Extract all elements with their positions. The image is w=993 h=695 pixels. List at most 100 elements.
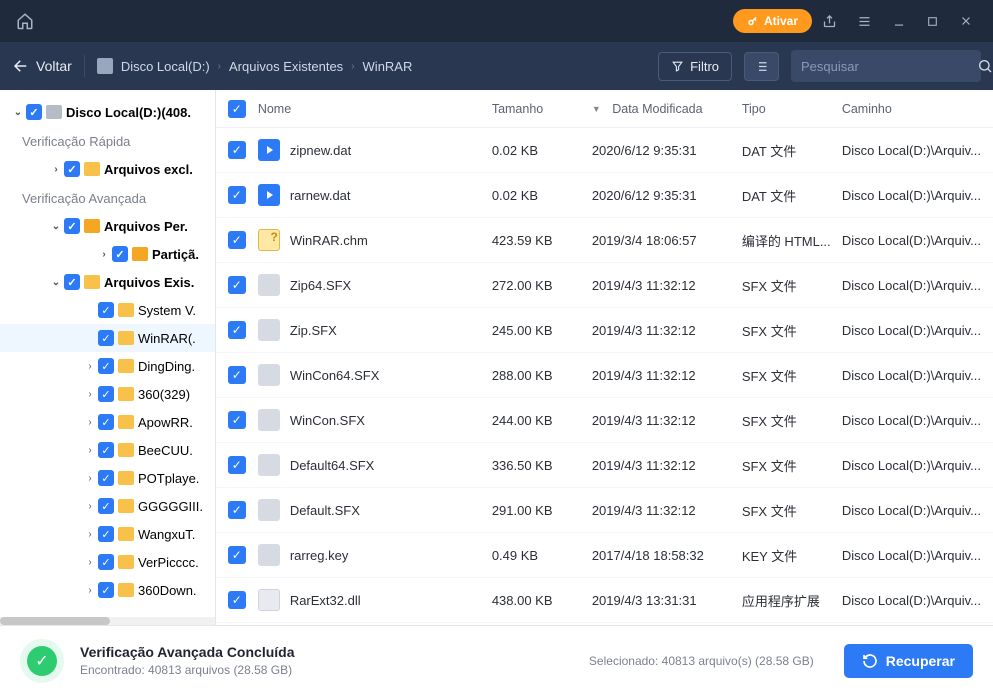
checkbox[interactable] xyxy=(98,582,114,598)
file-type: SFX 文件 xyxy=(742,276,842,295)
funnel-icon xyxy=(671,60,684,73)
checkbox[interactable] xyxy=(98,302,114,318)
checkbox[interactable] xyxy=(98,526,114,542)
checkbox[interactable] xyxy=(64,161,80,177)
col-path[interactable]: Caminho xyxy=(842,102,981,116)
file-type: SFX 文件 xyxy=(742,456,842,475)
tree-item[interactable]: ›POTplaye. xyxy=(0,464,215,492)
table-row[interactable]: Default64.SFX336.50 KB2019/4/3 11:32:12S… xyxy=(216,443,993,488)
tree-item[interactable]: ›360Down. xyxy=(0,576,215,604)
activate-button[interactable]: Ativar xyxy=(733,9,812,33)
checkbox[interactable] xyxy=(64,218,80,234)
tree-item[interactable]: › Partiçã. xyxy=(0,240,215,268)
file-path: Disco Local(D:)\Arquiv... xyxy=(842,413,981,428)
search-icon[interactable] xyxy=(977,58,993,74)
chevron-right-icon[interactable]: › xyxy=(82,361,98,372)
tree-item[interactable]: ›GGGGGIII. xyxy=(0,492,215,520)
chevron-right-icon[interactable]: › xyxy=(82,501,98,512)
table-row[interactable]: rarnew.dat0.02 KB2020/6/12 9:35:31DAT 文件… xyxy=(216,173,993,218)
table-row[interactable]: rarreg.key0.49 KB2017/4/18 18:58:32KEY 文… xyxy=(216,533,993,578)
file-size: 336.50 KB xyxy=(492,458,592,473)
menu-icon[interactable] xyxy=(847,8,882,35)
back-button[interactable]: Voltar xyxy=(12,57,72,75)
chevron-right-icon[interactable]: › xyxy=(82,445,98,456)
table-row[interactable]: Zip.SFX245.00 KB2019/4/3 11:32:12SFX 文件D… xyxy=(216,308,993,353)
folder-icon xyxy=(118,303,134,317)
row-checkbox[interactable] xyxy=(228,456,246,474)
checkbox[interactable] xyxy=(26,104,42,120)
maximize-icon[interactable] xyxy=(916,9,949,34)
table-row[interactable]: Zip64.SFX272.00 KB2019/4/3 11:32:12SFX 文… xyxy=(216,263,993,308)
checkbox[interactable] xyxy=(112,246,128,262)
col-name[interactable]: Nome xyxy=(258,102,492,116)
chevron-right-icon[interactable]: › xyxy=(82,557,98,568)
checkbox[interactable] xyxy=(98,414,114,430)
filter-button[interactable]: Filtro xyxy=(658,52,732,81)
col-date[interactable]: ▼ Data Modificada xyxy=(592,102,742,116)
tree-item[interactable]: System V. xyxy=(0,296,215,324)
chevron-right-icon[interactable]: › xyxy=(82,473,98,484)
row-checkbox[interactable] xyxy=(228,276,246,294)
tree-item[interactable]: ⌄ Arquivos Per. xyxy=(0,212,215,240)
table-row[interactable]: WinCon64.SFX288.00 KB2019/4/3 11:32:12SF… xyxy=(216,353,993,398)
row-checkbox[interactable] xyxy=(228,366,246,384)
tree-label: System V. xyxy=(138,303,196,318)
chevron-down-icon[interactable]: ⌄ xyxy=(48,221,64,232)
checkbox[interactable] xyxy=(98,498,114,514)
chevron-right-icon[interactable]: › xyxy=(82,389,98,400)
crumb-2[interactable]: WinRAR xyxy=(363,59,413,74)
tree-item[interactable]: ›ApowRR. xyxy=(0,408,215,436)
tree-item[interactable]: ›VerPicccc. xyxy=(0,548,215,576)
table-header: ✓ Nome Tamanho ▼ Data Modificada Tipo Ca… xyxy=(216,90,993,128)
tree-item[interactable]: ›BeeCUU. xyxy=(0,436,215,464)
tree-item[interactable]: › Arquivos excl. xyxy=(0,155,215,183)
checkbox[interactable] xyxy=(98,470,114,486)
checkbox[interactable] xyxy=(98,554,114,570)
recover-button[interactable]: Recuperar xyxy=(844,644,973,678)
home-icon[interactable] xyxy=(10,6,40,36)
list-view-button[interactable] xyxy=(744,52,779,81)
close-icon[interactable] xyxy=(949,8,983,34)
row-checkbox[interactable] xyxy=(228,591,246,609)
select-all-checkbox[interactable]: ✓ xyxy=(228,100,246,118)
chevron-down-icon[interactable]: ⌄ xyxy=(48,277,64,288)
chevron-right-icon[interactable]: › xyxy=(82,585,98,596)
tree-item[interactable]: WinRAR(. xyxy=(0,324,215,352)
row-checkbox[interactable] xyxy=(228,321,246,339)
col-type[interactable]: Tipo xyxy=(742,102,842,116)
table-row[interactable]: zipnew.dat0.02 KB2020/6/12 9:35:31DAT 文件… xyxy=(216,128,993,173)
share-icon[interactable] xyxy=(812,8,847,35)
row-checkbox[interactable] xyxy=(228,141,246,159)
table-row[interactable]: WinCon.SFX244.00 KB2019/4/3 11:32:12SFX … xyxy=(216,398,993,443)
row-checkbox[interactable] xyxy=(228,231,246,249)
minimize-icon[interactable] xyxy=(882,8,916,34)
checkbox[interactable] xyxy=(98,442,114,458)
row-checkbox[interactable] xyxy=(228,501,246,519)
search-input[interactable] xyxy=(791,50,981,82)
row-checkbox[interactable] xyxy=(228,186,246,204)
scrollbar[interactable] xyxy=(0,617,215,625)
tree-item[interactable]: ›360(329) xyxy=(0,380,215,408)
checkbox[interactable] xyxy=(64,274,80,290)
tree-item[interactable]: ›DingDing. xyxy=(0,352,215,380)
row-checkbox[interactable] xyxy=(228,411,246,429)
chevron-right-icon[interactable]: › xyxy=(82,529,98,540)
col-size[interactable]: Tamanho xyxy=(492,102,592,116)
tree-item[interactable]: ⌄ Arquivos Exis. xyxy=(0,268,215,296)
checkbox[interactable] xyxy=(98,358,114,374)
checkbox[interactable] xyxy=(98,330,114,346)
chevron-down-icon[interactable]: ⌄ xyxy=(10,107,26,118)
search-field[interactable] xyxy=(801,59,977,74)
chevron-right-icon[interactable]: › xyxy=(48,164,64,175)
table-row[interactable]: WinRAR.chm423.59 KB2019/3/4 18:06:57编译的 … xyxy=(216,218,993,263)
crumb-1[interactable]: Arquivos Existentes xyxy=(229,59,343,74)
tree-item[interactable]: ›WangxuT. xyxy=(0,520,215,548)
table-row[interactable]: RarExt32.dll438.00 KB2019/4/3 13:31:31应用… xyxy=(216,578,993,623)
crumb-0[interactable]: Disco Local(D:) xyxy=(121,59,210,74)
chevron-right-icon[interactable]: › xyxy=(82,417,98,428)
row-checkbox[interactable] xyxy=(228,546,246,564)
chevron-right-icon[interactable]: › xyxy=(96,249,112,260)
checkbox[interactable] xyxy=(98,386,114,402)
table-row[interactable]: Default.SFX291.00 KB2019/4/3 11:32:12SFX… xyxy=(216,488,993,533)
tree-root[interactable]: ⌄ Disco Local(D:)(408. xyxy=(0,98,215,126)
